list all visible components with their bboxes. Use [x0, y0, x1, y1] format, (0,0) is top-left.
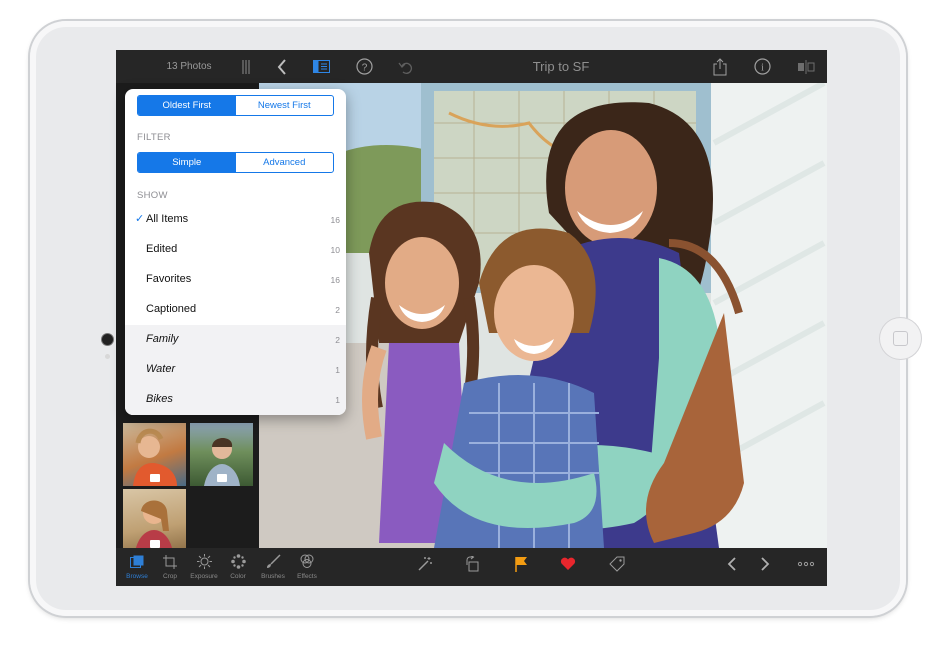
sort-segmented-control: Oldest First Newest First — [137, 95, 334, 116]
show-item-family[interactable]: Family 2 — [125, 325, 346, 355]
filter-heading: FILTER — [137, 132, 171, 143]
effects-label: Effects — [297, 573, 317, 580]
color-icon — [230, 554, 246, 569]
back-chevron-icon[interactable] — [274, 50, 290, 83]
grip-icon[interactable] — [240, 50, 252, 83]
show-heading: SHOW — [137, 190, 168, 201]
crop-label: Crop — [162, 573, 178, 580]
compare-icon[interactable] — [796, 50, 816, 83]
show-item-count: 1 — [335, 395, 340, 405]
brushes-tool[interactable]: Brushes — [256, 552, 290, 584]
show-item-label: Family — [146, 333, 179, 345]
filter-advanced[interactable]: Advanced — [236, 153, 334, 172]
help-icon[interactable]: ? — [354, 50, 374, 83]
color-label: Color — [230, 573, 246, 580]
show-item-label: Favorites — [146, 273, 192, 285]
show-item-water[interactable]: Water 1 — [125, 355, 346, 385]
show-item-favorites[interactable]: Favorites 16 — [125, 265, 346, 295]
tag-icon[interactable] — [607, 554, 627, 574]
show-item-count: 16 — [330, 275, 340, 285]
browse-options-popover: Oldest First Newest First FILTER Simple … — [125, 89, 346, 415]
effects-tool[interactable]: Effects — [290, 552, 324, 584]
auto-enhance-icon[interactable] — [415, 554, 435, 574]
show-item-count: 2 — [335, 335, 340, 345]
effects-icon — [300, 554, 314, 568]
filter-segmented-control: Simple Advanced — [137, 152, 334, 173]
light-sensor — [105, 354, 110, 359]
show-item-edited[interactable]: Edited 10 — [125, 235, 346, 265]
rotate-icon[interactable] — [463, 554, 483, 574]
info-icon[interactable]: i — [752, 50, 772, 83]
show-item-label: Captioned — [146, 303, 197, 315]
filter-simple[interactable]: Simple — [138, 153, 236, 172]
show-item-label: Water — [146, 363, 176, 375]
more-icon[interactable] — [796, 554, 816, 574]
next-chevron-icon[interactable] — [755, 554, 775, 574]
thumbnail[interactable] — [190, 423, 253, 486]
share-icon[interactable] — [711, 50, 729, 83]
home-button[interactable] — [879, 317, 922, 360]
sort-newest-first[interactable]: Newest First — [236, 96, 334, 115]
checkmark-icon: ✓ — [135, 213, 145, 225]
exposure-tool[interactable]: Exposure — [187, 552, 221, 584]
show-item-count: 1 — [335, 365, 340, 375]
bottom-toolbar: Browse Crop Exposure Color Brushes Effec… — [116, 548, 827, 586]
show-item-captioned[interactable]: Captioned 2 — [125, 295, 346, 325]
crop-icon — [163, 555, 177, 569]
album-title: Trip to SF — [532, 59, 590, 74]
undo-icon[interactable] — [396, 50, 416, 83]
front-camera — [102, 334, 113, 345]
thumbnail[interactable] — [123, 489, 186, 552]
color-tool[interactable]: Color — [221, 552, 255, 584]
svg-text:i: i — [761, 63, 764, 74]
show-item-bikes[interactable]: Bikes 1 — [125, 385, 346, 415]
top-toolbar: 13 Photos ? Trip to SF i — [116, 50, 827, 83]
crop-tool[interactable]: Crop — [153, 552, 187, 584]
show-item-label: Bikes — [146, 393, 173, 405]
photo-count: 13 Photos — [166, 61, 212, 72]
exposure-label: Exposure — [190, 573, 218, 580]
browse-tool[interactable]: Browse — [120, 552, 154, 584]
svg-text:?: ? — [361, 63, 367, 74]
show-item-count: 10 — [330, 245, 340, 255]
show-item-label: Edited — [146, 243, 178, 255]
show-item-count: 2 — [335, 305, 340, 315]
brushes-label: Brushes — [261, 573, 285, 580]
flag-icon[interactable] — [511, 554, 531, 574]
show-item-count: 16 — [330, 215, 340, 225]
brush-icon — [266, 554, 281, 568]
browse-label: Browse — [126, 573, 148, 580]
show-item-label: All Items — [146, 213, 189, 225]
sort-oldest-first[interactable]: Oldest First — [138, 96, 236, 115]
browser-icon[interactable] — [311, 50, 331, 83]
thumbnail[interactable] — [123, 423, 186, 486]
exposure-icon — [196, 554, 212, 569]
previous-chevron-icon[interactable] — [722, 554, 742, 574]
show-item-all-items[interactable]: ✓ All Items 16 — [125, 205, 346, 235]
browse-icon — [130, 555, 144, 568]
heart-icon[interactable] — [558, 554, 578, 574]
